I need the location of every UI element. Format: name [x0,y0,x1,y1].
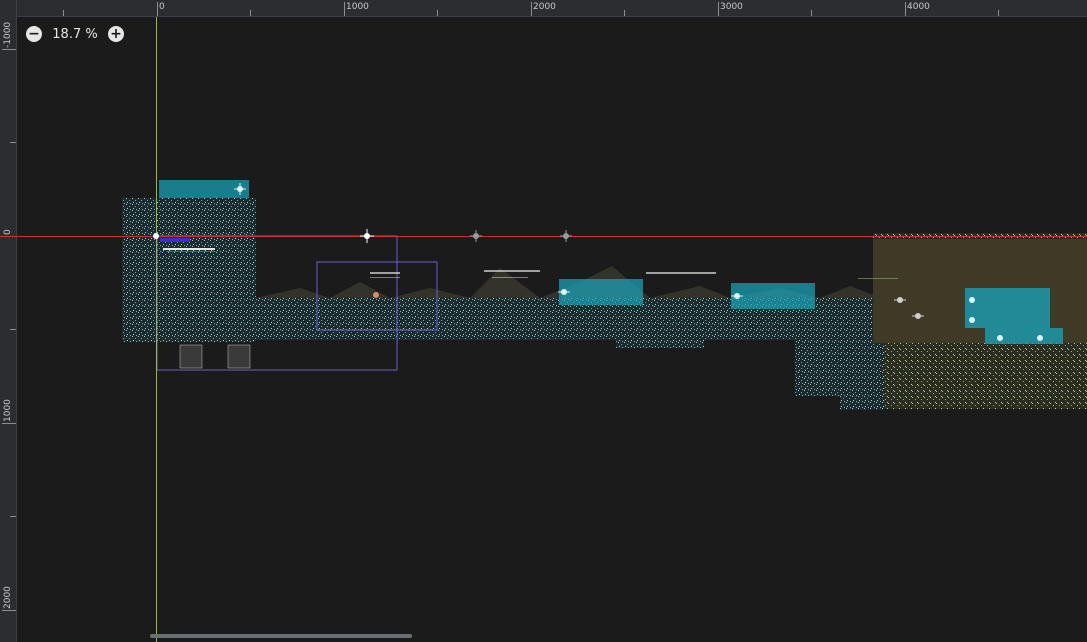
tilemap-left-tower [122,198,256,342]
zoom-level-label[interactable]: 18.7 % [50,27,100,42]
zoom-out-button[interactable]: − [26,26,42,42]
area-shape[interactable] [559,279,643,305]
zoom-controls: − 18.7 % + [26,26,124,42]
player-ui-bar [163,248,215,250]
position-gizmo-icon[interactable] [360,229,374,243]
tilemap-ground-step [616,330,704,348]
origin-gizmo-icon[interactable] [153,233,159,239]
position-gizmo-icon[interactable] [470,230,482,242]
area-shape[interactable] [985,328,1063,344]
sprite-block[interactable] [227,344,251,369]
area-shape[interactable] [731,283,815,309]
enemy-sprite[interactable] [373,292,379,298]
area-shape[interactable] [965,308,1050,328]
player-ui-bar [160,238,190,242]
position-gizmo-icon[interactable] [560,230,572,242]
zoom-in-button[interactable]: + [108,26,124,42]
label-text [646,272,716,274]
tilemap-right-stack [840,340,884,410]
label-text [370,277,400,278]
player-ui-bar [166,251,214,252]
sprite-block[interactable] [179,344,203,369]
label-text [858,278,898,279]
tilemap-room-floor [884,343,1087,409]
label-text [492,277,528,278]
horizontal-scrollbar[interactable] [150,634,412,638]
scene-canvas[interactable] [0,0,1087,642]
area-shape[interactable] [965,288,1050,308]
tilemap-right-stack [795,334,840,396]
label-text [484,270,540,272]
label-text [370,272,400,274]
